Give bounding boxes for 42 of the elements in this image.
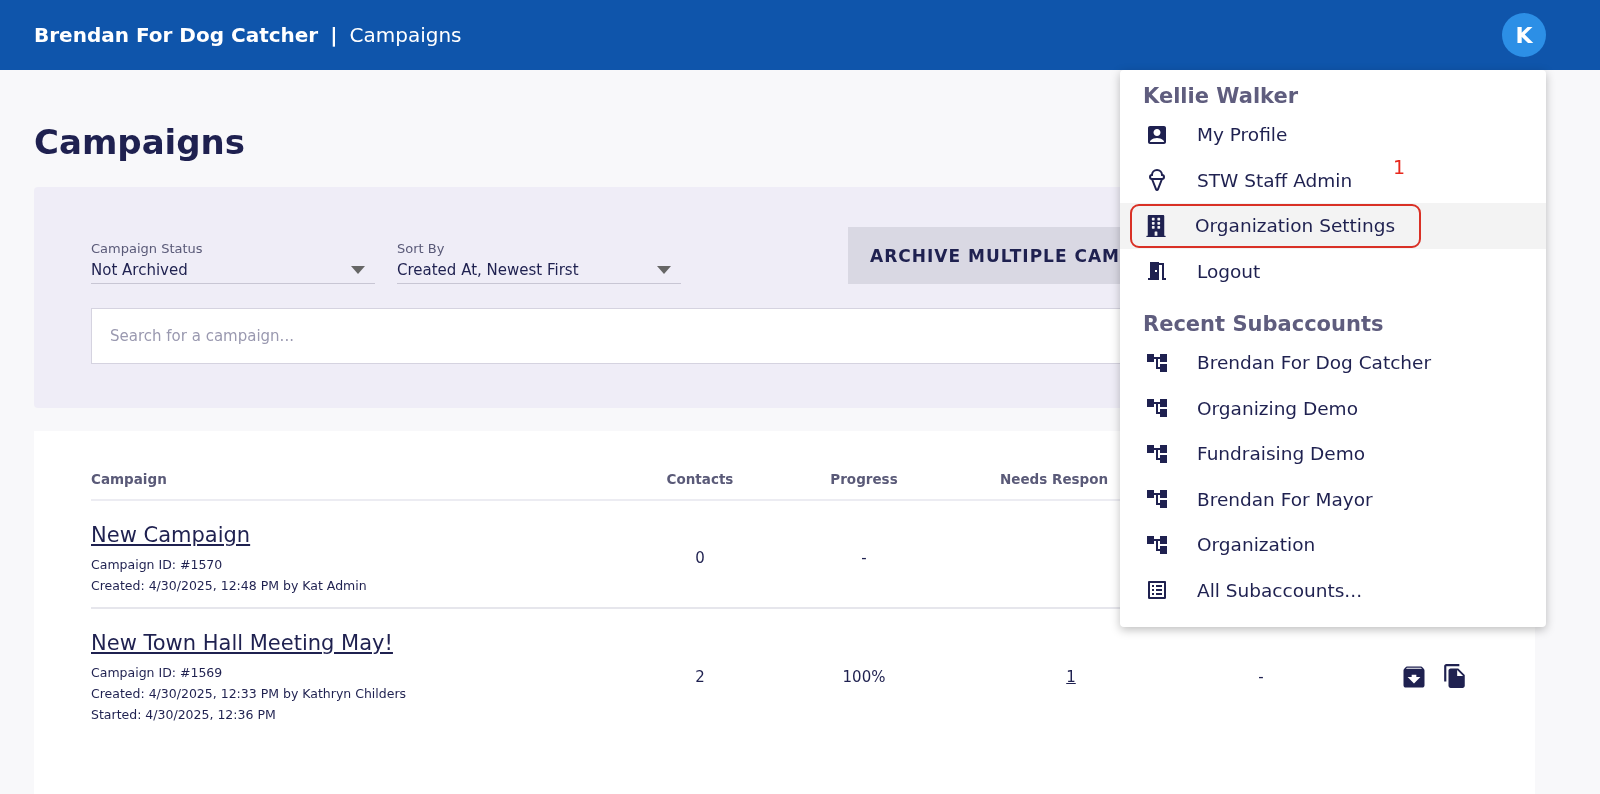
separator: | (330, 23, 338, 47)
dropdown-value: Created At, Newest First (397, 261, 579, 279)
menu-item[interactable]: All Subaccounts... (1120, 567, 1546, 613)
dropdown[interactable]: Campaign Status Not Archived (91, 241, 375, 284)
menu-item[interactable]: My Profile (1120, 112, 1546, 158)
caret-icon (657, 266, 671, 274)
table-cell: 0 (695, 549, 705, 567)
menu-heading: Kellie Walker (1142, 84, 1300, 108)
campaign-detail: Campaign ID: #1569 (91, 665, 224, 680)
dropdown[interactable]: Sort By Created At, Newest First (397, 241, 681, 284)
brand-name: Brendan For Dog Catcher (34, 23, 319, 47)
menu-item[interactable]: STW Staff Admin 1 (1120, 157, 1546, 203)
caret-icon (351, 266, 365, 274)
copy-icon[interactable] (1442, 662, 1468, 689)
page-title: Campaigns (34, 122, 246, 162)
dropdown-label: Sort By (397, 241, 446, 256)
menu-item[interactable]: Fundraising Demo (1120, 431, 1546, 477)
campaign-detail: Started: 4/30/2025, 12:36 PM (91, 707, 277, 722)
campaign-link[interactable]: New Campaign (91, 523, 620, 547)
menu-item[interactable]: Organization Settings (1120, 203, 1546, 249)
campaign-detail: Created: 4/30/2025, 12:48 PM by Kat Admin (91, 578, 368, 593)
menu-item[interactable]: Organizing Demo (1120, 385, 1546, 431)
menu-heading: Recent Subaccounts (1142, 312, 1385, 336)
menu-item[interactable]: Organization (1120, 522, 1546, 568)
campaign-link[interactable]: New Town Hall Meeting May! (91, 631, 620, 655)
column-header: Campaign (91, 471, 167, 487)
campaign-detail: Campaign ID: #1570 (91, 557, 224, 572)
needs-response-link[interactable]: 1 (1066, 667, 1076, 686)
page-name: Campaigns (349, 23, 463, 47)
menu-item[interactable]: Brendan For Mayor (1120, 476, 1546, 522)
table-cell: - (1258, 667, 1264, 686)
annotation-number: 1 (1393, 155, 1406, 178)
table-cell: - (861, 549, 867, 567)
dropdown-value: Not Archived (91, 261, 188, 279)
column-header: Progress (830, 471, 898, 487)
campaign-detail: Created: 4/30/2025, 12:33 PM by Kathryn Childers (91, 686, 408, 701)
building-icon (1145, 214, 1167, 237)
dropdown-label: Campaign Status (91, 241, 204, 256)
table-cell: 2 (695, 667, 705, 686)
table-cell: 100% (842, 667, 886, 686)
column-header: Contacts (666, 471, 734, 487)
column-header: Needs Respon (1000, 471, 1109, 487)
